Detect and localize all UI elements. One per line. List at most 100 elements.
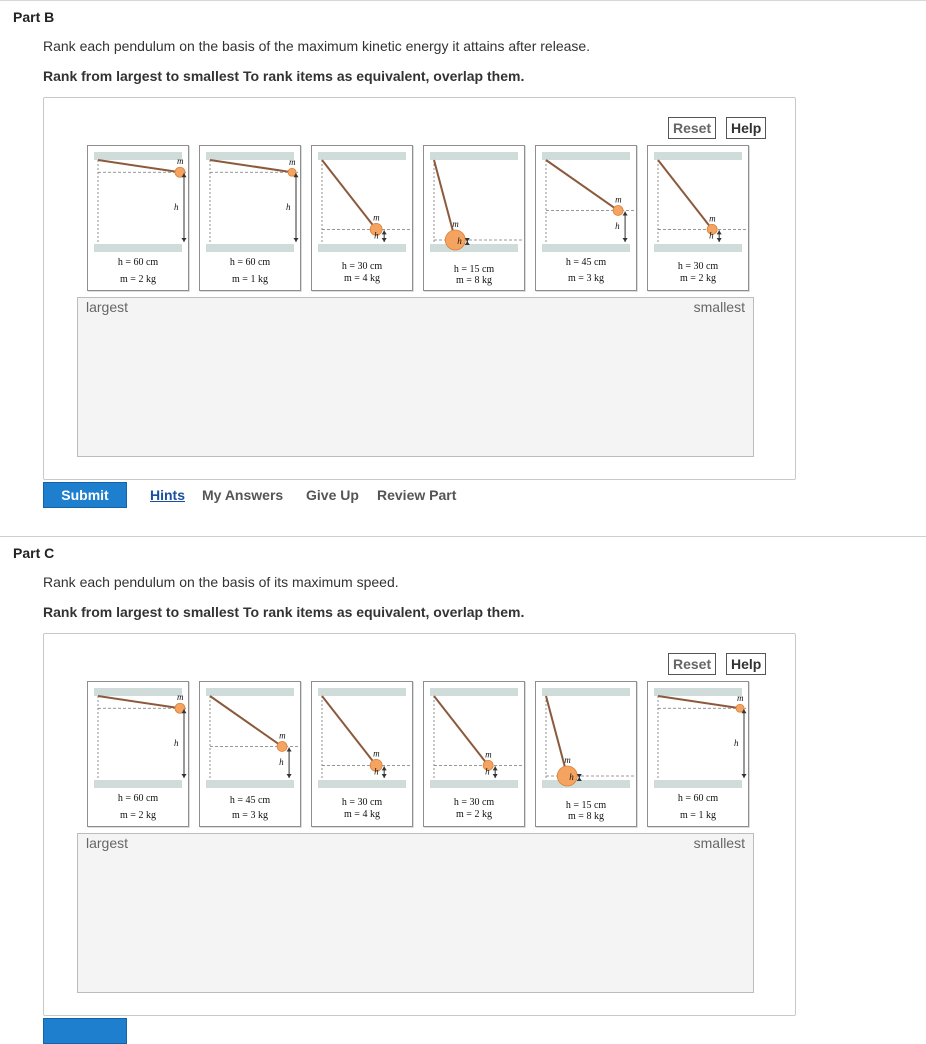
mass-symbol: m bbox=[279, 730, 286, 740]
pendulum-bob bbox=[556, 765, 578, 787]
pendulum-bob bbox=[735, 703, 745, 713]
card-mass-label: m = 2 kg bbox=[120, 274, 156, 285]
part-b-ranking-dropzone[interactable]: largest smallest bbox=[77, 297, 754, 457]
pendulum-string bbox=[97, 159, 181, 174]
pendulum-diagram: mh bbox=[542, 152, 634, 252]
part-b-card-3[interactable]: h = 30 cm m = 4 kg mh bbox=[311, 145, 413, 291]
give-up-link[interactable]: Give Up bbox=[306, 487, 359, 503]
pendulum-diagram: mh bbox=[654, 688, 747, 788]
card-mass-label: m = 3 kg bbox=[568, 273, 604, 284]
pendulum-bob bbox=[612, 205, 624, 216]
part-c-help-button[interactable]: Help bbox=[726, 653, 767, 675]
pendulum-bob bbox=[276, 741, 288, 752]
part-c-card-4[interactable]: h = 30 cm m = 2 kg mh bbox=[423, 681, 525, 827]
floor-bar bbox=[206, 780, 294, 788]
pendulum-diagram: mh bbox=[206, 152, 299, 252]
arrow-head-down bbox=[622, 238, 628, 242]
mass-symbol: m bbox=[615, 194, 622, 204]
floor-bar bbox=[654, 244, 742, 252]
part-c-ranking-panel: Reset Help h = 60 cm m = 2 kg mh h = 45 … bbox=[43, 633, 796, 1016]
part-b-help-button[interactable]: Help bbox=[726, 117, 767, 139]
ceiling-bar bbox=[654, 688, 742, 696]
part-c-question: Rank each pendulum on the basis of its m… bbox=[43, 574, 399, 590]
part-b-card-6[interactable]: h = 30 cm m = 2 kg mh bbox=[647, 145, 749, 291]
height-symbol: h bbox=[279, 757, 284, 767]
card-height-label: h = 60 cm bbox=[229, 257, 271, 268]
part-c-reset-button[interactable]: Reset bbox=[668, 653, 717, 675]
floor-bar bbox=[430, 244, 518, 252]
part-b-reset-button[interactable]: Reset bbox=[668, 117, 717, 139]
hints-link[interactable]: Hints bbox=[150, 487, 185, 503]
submit-button[interactable]: Submit bbox=[43, 482, 127, 508]
mass-symbol: m bbox=[564, 755, 571, 765]
pendulum-string bbox=[321, 159, 377, 230]
arrow-head-up bbox=[622, 211, 628, 216]
pendulum-diagram: mh bbox=[654, 152, 746, 252]
card-mass-label: m = 3 kg bbox=[232, 810, 268, 821]
part-b-card-1[interactable]: h = 60 cm m = 2 kg m h bbox=[87, 145, 189, 291]
arrow-head-down bbox=[286, 774, 292, 778]
height-symbol: h bbox=[734, 738, 739, 748]
part-c-card-5[interactable]: h = 15 cm m = 8 kg mh bbox=[535, 681, 637, 827]
top-divider bbox=[0, 0, 926, 1]
arrow-head-down bbox=[464, 238, 470, 242]
pendulum-string bbox=[97, 695, 181, 710]
arrow-head-down bbox=[181, 774, 187, 778]
arrow-head-up bbox=[741, 709, 747, 714]
part-c-ranking-dropzone[interactable]: largest smallest bbox=[77, 833, 754, 993]
ceiling-bar bbox=[430, 152, 518, 160]
height-symbol: h bbox=[569, 772, 574, 782]
mass-symbol: m bbox=[289, 157, 296, 167]
pendulum-string bbox=[321, 695, 377, 766]
ceiling-bar bbox=[94, 152, 182, 160]
floor-bar bbox=[94, 780, 182, 788]
part-c-submit-button[interactable] bbox=[43, 1018, 127, 1044]
part-b-card-5[interactable]: h = 45 cm m = 3 kg mh bbox=[535, 145, 637, 291]
arrow-head-down bbox=[381, 774, 387, 778]
part-b-question: Rank each pendulum on the basis of the m… bbox=[43, 38, 591, 54]
pendulum-bob bbox=[287, 167, 297, 177]
pendulum-string bbox=[657, 695, 741, 710]
part-b-ranking-panel: Reset Help h = 60 cm m = 2 kg mh h = 60 … bbox=[43, 97, 796, 480]
part-b-card-4[interactable]: h = 15 cm m = 8 kg mh bbox=[423, 145, 525, 291]
part-c-card-2[interactable]: h = 45 cm m = 3 kg mh bbox=[199, 681, 301, 827]
arrow-head-up bbox=[293, 173, 299, 178]
card-mass-label: m = 8 kg bbox=[568, 811, 604, 822]
arrow-head-down bbox=[716, 238, 722, 242]
card-mass-label: m = 2 kg bbox=[680, 273, 716, 284]
floor-bar bbox=[318, 244, 406, 252]
pendulum-diagram: mh bbox=[94, 688, 187, 788]
floor-bar bbox=[94, 244, 182, 252]
part-c-card-3[interactable]: h = 30 cm m = 4 kg mh bbox=[311, 681, 413, 827]
height-symbol: h bbox=[174, 202, 179, 212]
mass-symbol: m bbox=[177, 156, 184, 166]
ceiling-bar bbox=[206, 152, 294, 160]
pendulum-string bbox=[433, 695, 489, 766]
arrow-head-down bbox=[576, 774, 582, 778]
floor-bar bbox=[654, 780, 742, 788]
smallest-label: smallest bbox=[693, 299, 745, 315]
pendulum-diagram: mh bbox=[206, 688, 298, 788]
card-mass-label: m = 2 kg bbox=[120, 810, 156, 821]
largest-label: largest bbox=[86, 835, 129, 851]
arrow-head-up bbox=[492, 766, 498, 771]
arrow-head-up bbox=[181, 709, 187, 714]
card-height-label: h = 60 cm bbox=[677, 793, 719, 804]
card-height-label: h = 60 cm bbox=[117, 257, 159, 268]
part-c-card-6[interactable]: h = 60 cm m = 1 kg mh bbox=[647, 681, 749, 827]
part-c-card-1[interactable]: h = 60 cm m = 2 kg mh bbox=[87, 681, 189, 827]
mass-symbol: m bbox=[373, 212, 380, 222]
card-height-label: h = 45 cm bbox=[229, 795, 271, 806]
card-height-label: h = 15 cm bbox=[453, 264, 495, 275]
largest-label: largest bbox=[86, 299, 129, 315]
height-symbol: h bbox=[286, 202, 291, 212]
card-mass-label: m = 1 kg bbox=[680, 810, 716, 821]
height-symbol: h bbox=[374, 767, 379, 777]
pendulum-diagram: mh bbox=[318, 152, 410, 252]
pendulum-diagram: mh bbox=[430, 152, 522, 252]
my-answers-link[interactable]: My Answers bbox=[202, 487, 283, 503]
part-b-card-2[interactable]: h = 60 cm m = 1 kg mh bbox=[199, 145, 301, 291]
arrow-head-up bbox=[181, 173, 187, 178]
review-part-link[interactable]: Review Part bbox=[377, 487, 456, 503]
floor-bar bbox=[542, 244, 630, 252]
